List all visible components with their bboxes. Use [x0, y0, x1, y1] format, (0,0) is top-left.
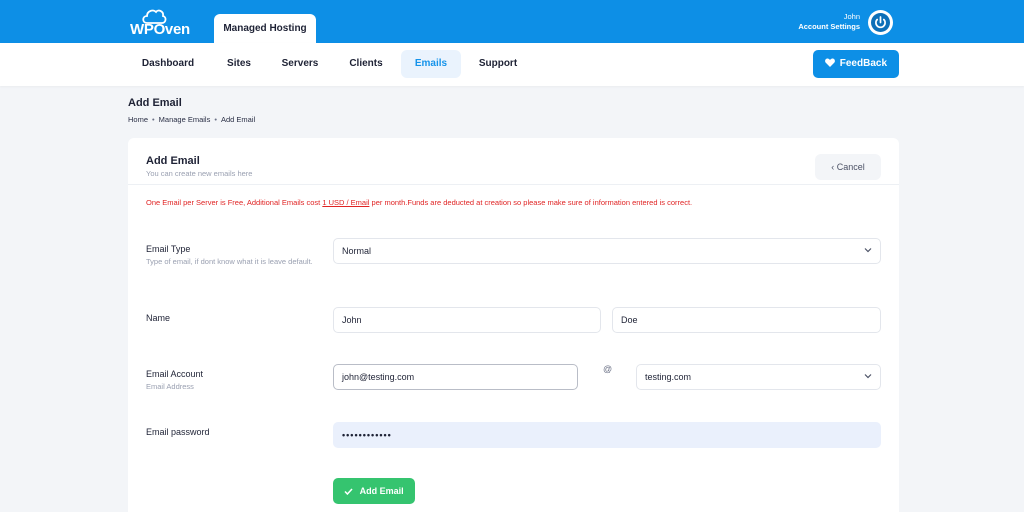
- cancel-label: Cancel: [836, 162, 865, 172]
- nav-support[interactable]: Support: [470, 50, 526, 78]
- notice-text-end: per month.Funds are deducted at creation…: [369, 198, 693, 207]
- breadcrumb-separator: •: [214, 115, 217, 124]
- pricing-notice: One Email per Server is Free, Additional…: [146, 198, 692, 207]
- nav-servers[interactable]: Servers: [274, 50, 326, 78]
- add-email-button[interactable]: Add Email: [333, 478, 415, 504]
- breadcrumb: Home • Manage Emails • Add Email: [128, 115, 255, 124]
- nav-clients[interactable]: Clients: [340, 50, 392, 78]
- top-bar: WPOven Managed Hosting John Account Sett…: [0, 0, 1024, 43]
- cancel-button[interactable]: ‹ Cancel: [815, 154, 881, 180]
- tab-managed-hosting[interactable]: Managed Hosting: [214, 14, 316, 43]
- breadcrumb-manage-emails[interactable]: Manage Emails: [159, 115, 211, 124]
- nav-emails[interactable]: Emails: [401, 50, 461, 78]
- email-password-input[interactable]: ••••••••••••: [333, 422, 881, 448]
- email-domain-select[interactable]: testing.com: [636, 364, 881, 390]
- feedback-label: FeedBack: [839, 58, 888, 69]
- email-domain-value: testing.com: [645, 372, 692, 382]
- breadcrumb-current: Add Email: [221, 115, 256, 124]
- card-divider: [128, 184, 899, 185]
- main-nav: Dashboard Sites Servers Clients Emails S…: [0, 43, 1024, 86]
- nav-dashboard[interactable]: Dashboard: [132, 50, 204, 78]
- email-account-label: Email Account: [146, 369, 204, 379]
- chevron-down-icon: [864, 374, 872, 379]
- card-title: Add Email: [146, 155, 200, 167]
- name-label: Name: [146, 313, 171, 323]
- feedback-button[interactable]: FeedBack: [813, 50, 899, 78]
- notice-text: One Email per Server is Free, Additional…: [146, 198, 323, 207]
- account-menu[interactable]: John Account Settings: [798, 12, 860, 32]
- email-type-select[interactable]: Normal: [333, 238, 881, 264]
- email-type-label: Email Type: [146, 244, 191, 254]
- email-type-hint: Type of email, if dont know what it is l…: [146, 257, 313, 266]
- wpoven-logo[interactable]: WPOven: [130, 8, 192, 38]
- add-email-card: Add Email You can create new emails here…: [128, 138, 899, 512]
- add-email-label: Add Email: [359, 486, 404, 496]
- last-name-input[interactable]: Doe: [612, 307, 881, 333]
- heart-icon: [825, 58, 835, 67]
- chevron-down-icon: [864, 248, 872, 253]
- nav-sites[interactable]: Sites: [218, 50, 260, 78]
- email-type-value: Normal: [342, 246, 372, 256]
- user-name: John: [843, 12, 860, 21]
- page-title: Add Email: [128, 97, 182, 109]
- check-icon: [344, 488, 353, 496]
- email-account-hint: Email Address: [146, 382, 194, 391]
- pricing-link[interactable]: 1 USD / Email: [322, 198, 369, 207]
- breadcrumb-home[interactable]: Home: [128, 115, 148, 124]
- power-icon: [871, 13, 890, 32]
- email-password-label: Email password: [146, 427, 210, 437]
- at-symbol: @: [603, 364, 613, 374]
- breadcrumb-separator: •: [152, 115, 155, 124]
- account-settings-link[interactable]: Account Settings: [798, 22, 860, 32]
- chevron-left-icon: ‹: [831, 162, 835, 172]
- card-subtitle: You can create new emails here: [146, 169, 253, 178]
- power-button[interactable]: [868, 10, 893, 35]
- email-local-part-input[interactable]: john@testing.com: [333, 364, 578, 390]
- first-name-input[interactable]: John: [333, 307, 601, 333]
- logo-text: WPOven: [130, 21, 190, 38]
